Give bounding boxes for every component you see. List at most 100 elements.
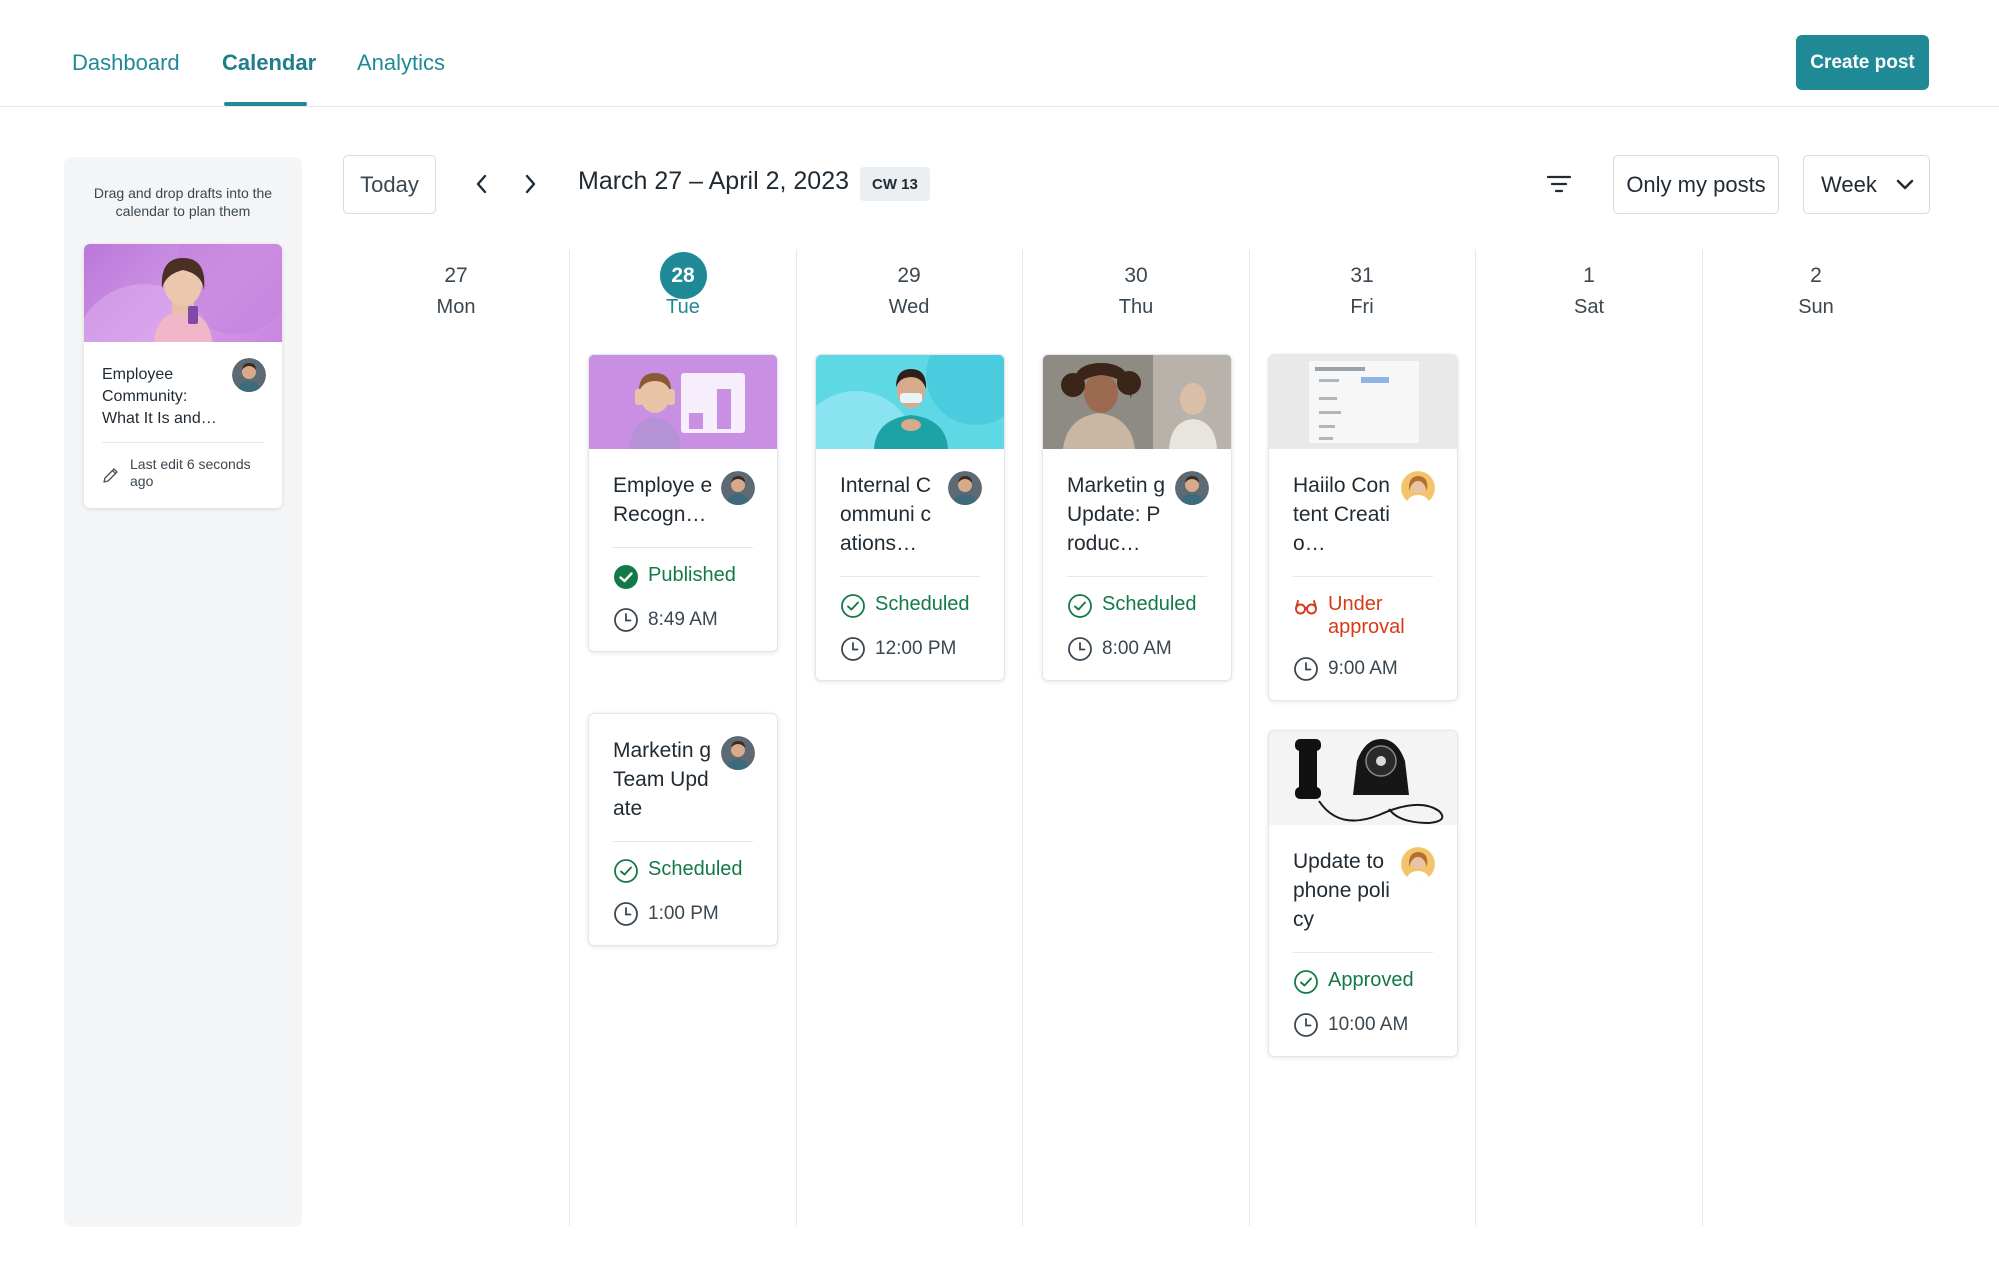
day-number-today: 28 — [659, 252, 707, 299]
day-name: Tue — [666, 296, 700, 318]
post-thumbnail — [589, 355, 777, 449]
pencil-icon — [102, 466, 120, 489]
clock-icon — [1294, 657, 1318, 681]
post-card[interactable]: Haiilo Content Creatio… Under approval 9… — [1268, 354, 1458, 701]
post-thumbnail — [1269, 355, 1457, 449]
post-title: Update to phone policy — [1293, 850, 1390, 931]
post-card[interactable]: Marketin g Update: Produc… Scheduled 8:0… — [1042, 354, 1232, 681]
post-title: Marketin g Update: Produc… — [1067, 474, 1166, 555]
post-status: Under approval — [1293, 593, 1433, 639]
post-title: Internal Communi cations… — [840, 474, 932, 555]
avatar — [1401, 471, 1435, 505]
chevron-down-icon — [1896, 179, 1914, 189]
post-time: 9:00 AM — [1293, 656, 1433, 682]
draft-title: Employee Community: What It Is and… — [102, 366, 217, 427]
post-card[interactable]: Marketin g Team Update Scheduled 1:00 PM — [588, 713, 778, 946]
day-header-sun: 2 Sun — [1703, 258, 1929, 319]
post-card[interactable]: Internal Communi cations… Scheduled 12:0… — [815, 354, 1005, 681]
draft-thumbnail — [84, 244, 282, 342]
post-status-label: Published — [648, 564, 736, 586]
post-status: Scheduled — [1067, 593, 1207, 619]
day-header-thu: 30 Thu — [1023, 258, 1249, 319]
post-time-label: 9:00 AM — [1328, 658, 1398, 679]
divider — [613, 547, 753, 548]
day-name: Sat — [1573, 296, 1605, 318]
check-circle-filled-icon — [614, 565, 638, 589]
drafts-hint: Drag and drop drafts into the calendar t… — [93, 185, 273, 219]
day-header-tue: 28 Tue — [570, 252, 796, 319]
divider — [1293, 952, 1433, 953]
tab-dashboard[interactable]: Dashboard — [72, 50, 180, 76]
day-header-mon: 27 Mon — [343, 258, 569, 319]
avatar — [948, 471, 982, 505]
post-status-label: Scheduled — [875, 593, 970, 615]
previous-week-button[interactable] — [468, 170, 496, 198]
post-time-label: 8:49 AM — [648, 609, 718, 630]
post-card[interactable]: Update to phone policy Approved 10:00 AM — [1268, 730, 1458, 1057]
post-time-label: 8:00 AM — [1102, 638, 1172, 659]
check-circle-icon — [1068, 594, 1092, 618]
post-status: Scheduled — [613, 858, 753, 884]
glasses-icon — [1295, 600, 1317, 615]
check-circle-icon — [1294, 970, 1318, 994]
clock-icon — [614, 902, 638, 926]
avatar — [1175, 471, 1209, 505]
post-card[interactable]: Employe e Recogn… Published 8:49 AM — [588, 354, 778, 652]
day-name: Mon — [436, 296, 476, 318]
column-separator — [1475, 250, 1476, 1226]
draft-last-edit: Last edit 6 seconds ago — [130, 456, 251, 489]
check-circle-icon — [614, 859, 638, 883]
tab-calendar[interactable]: Calendar — [222, 50, 316, 76]
divider — [613, 841, 753, 842]
post-status: Published — [613, 564, 753, 590]
chevron-right-icon — [525, 174, 536, 194]
divider — [840, 576, 980, 577]
post-time: 8:00 AM — [1067, 636, 1207, 662]
post-time-label: 12:00 PM — [875, 638, 957, 659]
avatar — [1401, 847, 1435, 881]
view-select[interactable]: Week — [1803, 155, 1930, 214]
next-week-button[interactable] — [516, 170, 544, 198]
day-header-sat: 1 Sat — [1476, 258, 1702, 319]
date-range-label: March 27 – April 2, 2023 — [578, 167, 849, 195]
draft-card[interactable]: Employee Community: What It Is and… Last… — [84, 244, 282, 508]
filter-button[interactable] — [1543, 168, 1575, 200]
post-time-label: 1:00 PM — [648, 903, 719, 924]
post-thumbnail — [1269, 731, 1457, 825]
calendar-week-badge: CW 13 — [860, 167, 930, 201]
day-name: Sun — [1798, 296, 1834, 318]
day-number: 31 — [1350, 264, 1374, 287]
only-my-posts-toggle[interactable]: Only my posts — [1613, 155, 1779, 214]
post-time: 10:00 AM — [1293, 1012, 1433, 1038]
post-title: Employe e Recogn… — [613, 474, 713, 526]
post-status-label: Under approval — [1328, 593, 1405, 638]
view-select-value: Week — [1821, 171, 1877, 197]
post-title: Marketin g Team Update — [613, 739, 712, 820]
column-separator — [1022, 250, 1023, 1226]
check-circle-icon — [841, 594, 865, 618]
day-number: 1 — [1583, 264, 1595, 287]
column-separator — [569, 250, 570, 1226]
post-thumbnail — [816, 355, 1004, 449]
column-separator — [1249, 250, 1250, 1226]
post-time: 8:49 AM — [613, 607, 753, 633]
top-navigation: Dashboard Calendar Analytics Create post — [0, 0, 1999, 107]
day-number: 2 — [1810, 264, 1822, 287]
post-time-label: 10:00 AM — [1328, 1014, 1409, 1035]
avatar — [721, 736, 755, 770]
post-status-label: Scheduled — [648, 858, 743, 880]
clock-icon — [614, 608, 638, 632]
day-number: 30 — [1124, 264, 1148, 287]
create-post-button[interactable]: Create post — [1796, 35, 1929, 90]
post-status-label: Scheduled — [1102, 593, 1197, 615]
day-header-fri: 31 Fri — [1249, 258, 1475, 319]
clock-icon — [1068, 637, 1092, 661]
clock-icon — [841, 637, 865, 661]
divider — [1293, 576, 1433, 577]
post-time: 12:00 PM — [840, 636, 980, 662]
filter-icon — [1546, 175, 1572, 193]
today-button[interactable]: Today — [343, 155, 436, 214]
column-separator — [1702, 250, 1703, 1226]
tab-analytics[interactable]: Analytics — [357, 50, 445, 76]
column-separator — [796, 250, 797, 1226]
